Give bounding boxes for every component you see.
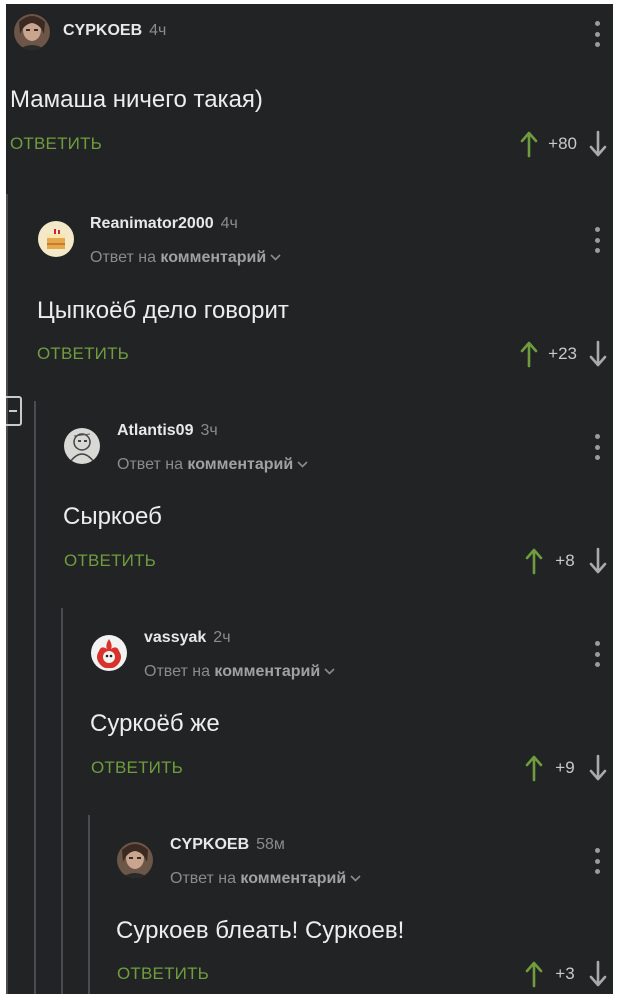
score: +8 bbox=[555, 551, 575, 570]
reply-to-label[interactable]: Ответ на комментарий bbox=[170, 870, 361, 888]
comment-text: Суркоев блеать! Суркоев! bbox=[116, 917, 405, 944]
vote-controls: +3 bbox=[523, 959, 609, 989]
username[interactable]: Atlantis09 3ч bbox=[117, 422, 218, 440]
timestamp: 4ч bbox=[220, 215, 238, 232]
reply-button[interactable]: ОТВЕТИТЬ bbox=[37, 344, 129, 364]
comment-text: Цыпкоёб дело говорит bbox=[37, 297, 289, 324]
upvote-arrow-icon[interactable] bbox=[518, 340, 540, 368]
upvote-arrow-icon[interactable] bbox=[523, 754, 545, 782]
downvote-arrow-icon[interactable] bbox=[587, 754, 609, 782]
more-options-icon[interactable] bbox=[593, 434, 601, 460]
reply-button[interactable]: ОТВЕТИТЬ bbox=[64, 551, 156, 571]
comment-text: Сыркоеб bbox=[63, 503, 162, 530]
score: +9 bbox=[555, 758, 575, 777]
cake-avatar[interactable] bbox=[38, 221, 74, 257]
reply-prefix: Ответ на bbox=[170, 870, 236, 887]
more-options-icon[interactable] bbox=[593, 641, 601, 667]
upvote-arrow-icon[interactable] bbox=[523, 547, 545, 575]
username[interactable]: vassyak 2ч bbox=[144, 629, 231, 647]
reply-target-link[interactable]: комментарий bbox=[240, 870, 346, 887]
username-text[interactable]: Reanimator2000 bbox=[90, 215, 214, 232]
reply-button[interactable]: ОТВЕТИТЬ bbox=[10, 134, 102, 154]
comment: Reanimator2000 4ч Ответ на комментарий Цы… bbox=[6, 211, 613, 418]
downvote-arrow-icon[interactable] bbox=[587, 340, 609, 368]
timestamp: 58м bbox=[256, 836, 285, 853]
more-options-icon[interactable] bbox=[593, 21, 601, 47]
username[interactable]: CYPKOEB 4ч bbox=[63, 22, 166, 40]
username-text[interactable]: Atlantis09 bbox=[117, 422, 193, 439]
username[interactable]: Reanimator2000 4ч bbox=[90, 215, 238, 233]
reply-to-label[interactable]: Ответ на комментарий bbox=[117, 456, 308, 474]
vote-controls: +8 bbox=[523, 546, 609, 576]
score: +23 bbox=[548, 344, 577, 363]
chevron-down-icon[interactable] bbox=[270, 254, 281, 261]
vote-controls: +23 bbox=[518, 339, 609, 369]
comment-text: Суркоёб же bbox=[90, 710, 220, 737]
vote-controls: +80 bbox=[518, 129, 609, 159]
comment-thread: CYPKOEB 4ч Мамаша ничего такая) ОТВЕТИТЬ … bbox=[6, 4, 613, 994]
reply-prefix: Ответ на bbox=[117, 456, 183, 473]
timestamp: 2ч bbox=[213, 629, 231, 646]
chevron-down-icon[interactable] bbox=[350, 875, 361, 882]
score: +3 bbox=[555, 964, 575, 983]
chevron-down-icon[interactable] bbox=[297, 461, 308, 468]
comment: Atlantis09 3ч Ответ на комментарий Сыркое… bbox=[6, 418, 613, 625]
username-text[interactable]: CYPKOEB bbox=[170, 836, 249, 853]
reply-to-label[interactable]: Ответ на комментарий bbox=[90, 249, 281, 267]
downvote-arrow-icon[interactable] bbox=[587, 547, 609, 575]
username[interactable]: CYPKOEB 58м bbox=[170, 836, 285, 854]
comment: CYPKOEB 4ч Мамаша ничего такая) ОТВЕТИТЬ … bbox=[6, 4, 613, 211]
vote-controls: +9 bbox=[523, 753, 609, 783]
reply-target-link[interactable]: комментарий bbox=[187, 456, 293, 473]
username-text[interactable]: vassyak bbox=[144, 629, 206, 646]
comment: vassyak 2ч Ответ на комментарий Суркоёб ж… bbox=[6, 625, 613, 832]
upvote-arrow-icon[interactable] bbox=[523, 960, 545, 988]
reply-to-label[interactable]: Ответ на комментарий bbox=[144, 663, 335, 681]
chevron-down-icon[interactable] bbox=[324, 668, 335, 675]
username-text[interactable]: CYPKOEB bbox=[63, 22, 142, 39]
more-options-icon[interactable] bbox=[593, 848, 601, 874]
more-options-icon[interactable] bbox=[593, 227, 601, 253]
reply-prefix: Ответ на bbox=[90, 249, 156, 266]
comment: CYPKOEB 58м Ответ на комментарий Суркоев … bbox=[6, 832, 613, 994]
downvote-arrow-icon[interactable] bbox=[587, 130, 609, 158]
reply-button[interactable]: ОТВЕТИТЬ bbox=[91, 758, 183, 778]
reply-target-link[interactable]: комментарий bbox=[214, 663, 320, 680]
score: +80 bbox=[548, 134, 577, 153]
sketch-avatar[interactable] bbox=[64, 428, 100, 464]
reply-target-link[interactable]: комментарий bbox=[160, 249, 266, 266]
portrait-avatar[interactable] bbox=[117, 842, 153, 878]
reply-prefix: Ответ на bbox=[144, 663, 210, 680]
timestamp: 4ч bbox=[149, 22, 167, 39]
upvote-arrow-icon[interactable] bbox=[518, 130, 540, 158]
comment-text: Мамаша ничего такая) bbox=[10, 86, 263, 113]
downvote-arrow-icon[interactable] bbox=[587, 960, 609, 988]
flame-avatar[interactable] bbox=[91, 635, 127, 671]
reply-button[interactable]: ОТВЕТИТЬ bbox=[117, 964, 209, 984]
portrait-avatar[interactable] bbox=[14, 14, 50, 50]
timestamp: 3ч bbox=[200, 422, 218, 439]
